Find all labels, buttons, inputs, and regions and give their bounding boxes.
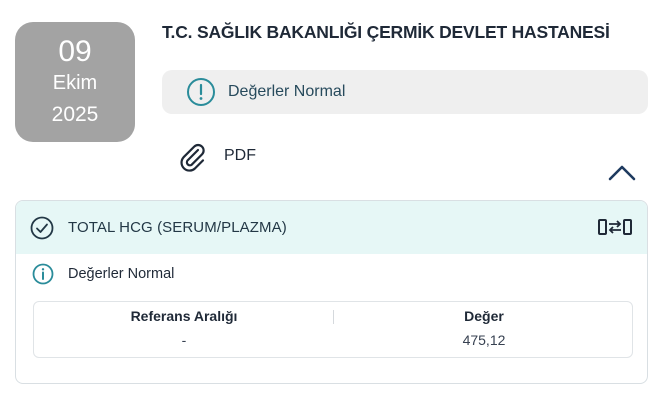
value-header: Değer <box>464 308 504 324</box>
info-circle-icon <box>32 263 54 285</box>
result-table: Referans Aralığı - Değer 475,12 <box>33 301 633 358</box>
swap-icon[interactable] <box>597 215 633 239</box>
status-text: Değerler Normal <box>228 83 346 100</box>
reference-value: - <box>181 332 187 348</box>
reference-column: Referans Aralığı - <box>34 302 334 359</box>
paperclip-icon <box>176 140 208 172</box>
test-name: TOTAL HCG (SERUM/PLAZMA) <box>68 219 287 236</box>
result-value: 475,12 <box>462 332 506 348</box>
date-day: 09 <box>58 35 92 68</box>
value-column: Değer 475,12 <box>334 302 634 359</box>
date-badge: 09 Ekim 2025 <box>15 22 135 142</box>
status-banner: Değerler Normal <box>162 70 648 114</box>
reference-header: Referans Aralığı <box>130 308 238 324</box>
chevron-up-icon[interactable] <box>606 160 638 184</box>
date-year: 2025 <box>51 103 99 126</box>
hospital-name: T.C. SAĞLIK BAKANLIĞI ÇERMİK DEVLET HAST… <box>162 22 610 42</box>
test-status-text: Değerler Normal <box>68 266 175 282</box>
pdf-label: PDF <box>224 147 256 164</box>
test-status: Değerler Normal <box>16 254 647 294</box>
test-result-card: TOTAL HCG (SERUM/PLAZMA) Değerler Normal… <box>15 200 648 384</box>
test-header: TOTAL HCG (SERUM/PLAZMA) <box>16 201 647 254</box>
date-month: Ekim <box>52 72 98 94</box>
check-circle-icon <box>30 216 54 240</box>
pdf-attachment-link[interactable]: PDF <box>176 140 256 172</box>
info-circle-icon <box>186 77 216 107</box>
